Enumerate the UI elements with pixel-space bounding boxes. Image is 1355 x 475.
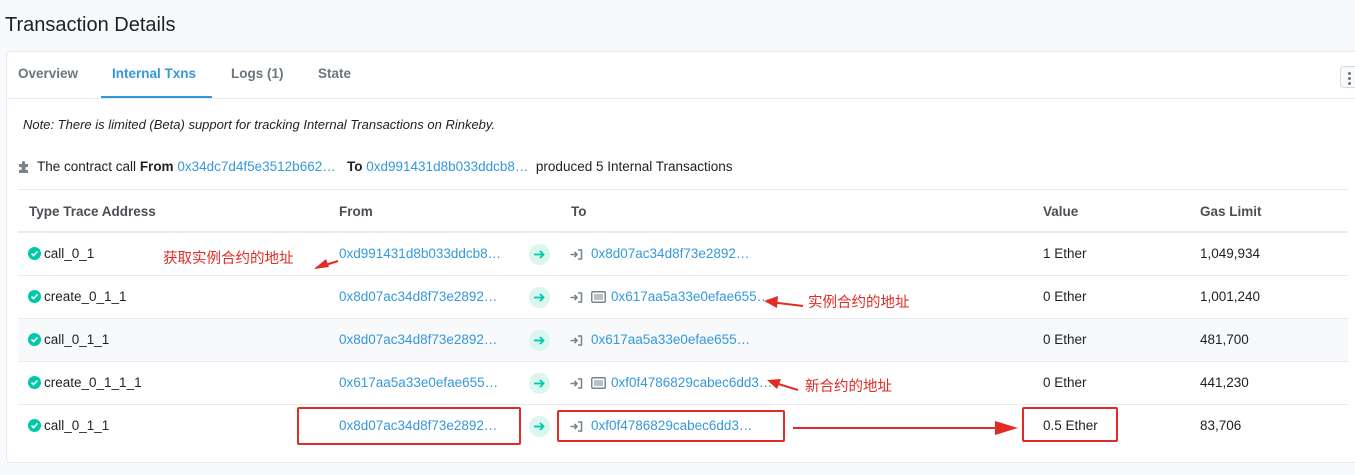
annotation-arrow-head [764,296,778,308]
annotation-arrow-head [314,259,329,269]
annotation-arrow-head [995,421,1018,435]
annotation-arrow-head [767,379,781,389]
annotation-arrows [314,259,1018,435]
